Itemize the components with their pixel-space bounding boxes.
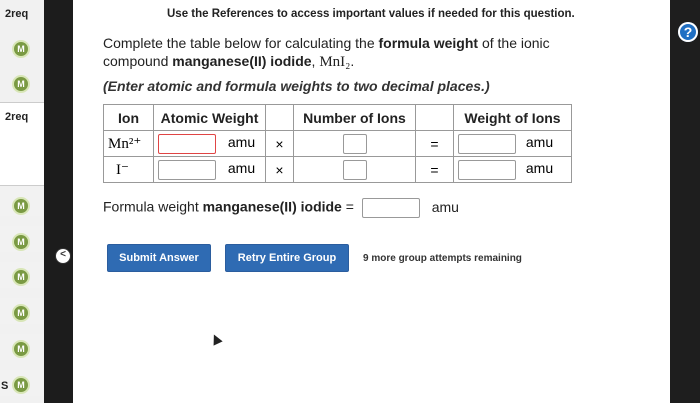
submit-answer-button[interactable]: Submit Answer bbox=[107, 244, 211, 272]
table-row: Mn²⁺ amu × = amu bbox=[103, 130, 572, 157]
sidebar-item-m6[interactable]: M bbox=[12, 304, 30, 322]
retry-entire-group-button[interactable]: Retry Entire Group bbox=[225, 244, 349, 272]
formula-weight-table: Ion Atomic Weight Number of Ions Weight … bbox=[103, 104, 572, 183]
formula-weight-unit: amu bbox=[431, 198, 459, 215]
col-header-weight-of-ions: Weight of Ions bbox=[453, 104, 572, 131]
sidebar-item-m2[interactable]: M bbox=[12, 75, 30, 93]
formula-weight-row: Formula weight manganese(II) iodide = am… bbox=[103, 198, 459, 218]
question-text-part: . bbox=[350, 53, 355, 69]
right-edge-panel bbox=[670, 0, 700, 403]
unit-label: amu bbox=[525, 160, 554, 177]
badge-letter: M bbox=[17, 44, 25, 54]
weight-of-ions-input[interactable] bbox=[458, 159, 516, 180]
mouse-cursor-icon bbox=[209, 332, 223, 346]
number-of-ions-input[interactable] bbox=[342, 159, 367, 180]
question-panel: Use the References to access important v… bbox=[73, 0, 670, 403]
number-of-ions-cell bbox=[293, 130, 416, 157]
col-header-spacer bbox=[265, 104, 294, 131]
question-text-part: compound bbox=[103, 53, 173, 69]
number-of-ions-cell bbox=[293, 156, 416, 183]
ion-cell: Mn²⁺ bbox=[103, 130, 154, 157]
question-text: Complete the table below for calculating… bbox=[103, 34, 623, 71]
atomic-weight-cell: amu bbox=[153, 156, 266, 183]
unit-label: amu bbox=[227, 160, 256, 177]
badge-letter: M bbox=[17, 272, 25, 282]
question-text-part: of the ionic bbox=[478, 35, 550, 51]
question-text-part: Complete the table below for calculating… bbox=[103, 35, 379, 51]
compound-formula: MnI₂ bbox=[319, 54, 351, 70]
badge-letter: M bbox=[17, 201, 25, 211]
formula-weight-compound: manganese(II) iodide bbox=[202, 198, 342, 215]
sidebar-current-item[interactable]: 2req bbox=[0, 102, 44, 186]
col-header-ion: Ion bbox=[103, 104, 154, 131]
atomic-weight-cell: amu bbox=[153, 130, 266, 157]
decimal-instruction: (Enter atomic and formula weights to two… bbox=[103, 78, 490, 94]
atomic-weight-input[interactable] bbox=[158, 159, 216, 180]
badge-letter: M bbox=[17, 380, 25, 390]
collapse-sidebar-icon[interactable]: < bbox=[55, 248, 71, 264]
sidebar-req-label: 2req bbox=[5, 111, 29, 123]
ion-cell: I⁻ bbox=[103, 156, 154, 183]
badge-letter: M bbox=[17, 237, 25, 247]
sidebar-fragment: S bbox=[1, 380, 9, 392]
references-note: Use the References to access important v… bbox=[167, 8, 575, 20]
compound-name: manganese(II) iodide bbox=[172, 53, 312, 69]
badge-letter: M bbox=[17, 79, 25, 89]
question-sidebar: 2req M M 2req M M M M M M S bbox=[0, 0, 44, 403]
unit-label: amu bbox=[525, 134, 554, 151]
sidebar-item-m5[interactable]: M bbox=[12, 268, 30, 286]
sidebar-item-m7[interactable]: M bbox=[12, 340, 30, 358]
equals-symbol: = bbox=[415, 156, 454, 183]
atomic-weight-input[interactable] bbox=[158, 133, 216, 154]
formula-weight-label: Formula weight bbox=[103, 198, 203, 215]
times-symbol: × bbox=[265, 156, 294, 183]
formula-weight-input[interactable] bbox=[361, 198, 420, 218]
attempts-remaining: 9 more group attempts remaining bbox=[363, 253, 522, 264]
times-symbol: × bbox=[265, 130, 294, 157]
unit-label: amu bbox=[227, 134, 256, 151]
table-header-row: Ion Atomic Weight Number of Ions Weight … bbox=[103, 104, 572, 131]
sidebar-item-m8[interactable]: M bbox=[12, 376, 30, 394]
weight-of-ions-cell: amu bbox=[453, 130, 572, 157]
question-text-bold: formula weight bbox=[378, 35, 479, 51]
equals-symbol: = bbox=[415, 130, 454, 157]
col-header-atomic-weight: Atomic Weight bbox=[153, 104, 266, 131]
number-of-ions-input[interactable] bbox=[342, 133, 367, 154]
table-row: I⁻ amu × = amu bbox=[103, 156, 572, 183]
sidebar-item-m1[interactable]: M bbox=[12, 40, 30, 58]
sidebar-req-label: 2req bbox=[5, 8, 29, 20]
col-header-number-of-ions: Number of Ions bbox=[293, 104, 416, 131]
weight-of-ions-cell: amu bbox=[453, 156, 572, 183]
badge-letter: M bbox=[17, 344, 25, 354]
help-icon[interactable]: ? bbox=[678, 22, 698, 42]
formula-weight-equals: = bbox=[341, 198, 354, 215]
col-header-spacer bbox=[415, 104, 454, 131]
badge-letter: M bbox=[17, 308, 25, 318]
weight-of-ions-input[interactable] bbox=[458, 133, 516, 154]
sidebar-item-m4[interactable]: M bbox=[12, 233, 30, 251]
sidebar-item-m3[interactable]: M bbox=[12, 197, 30, 215]
